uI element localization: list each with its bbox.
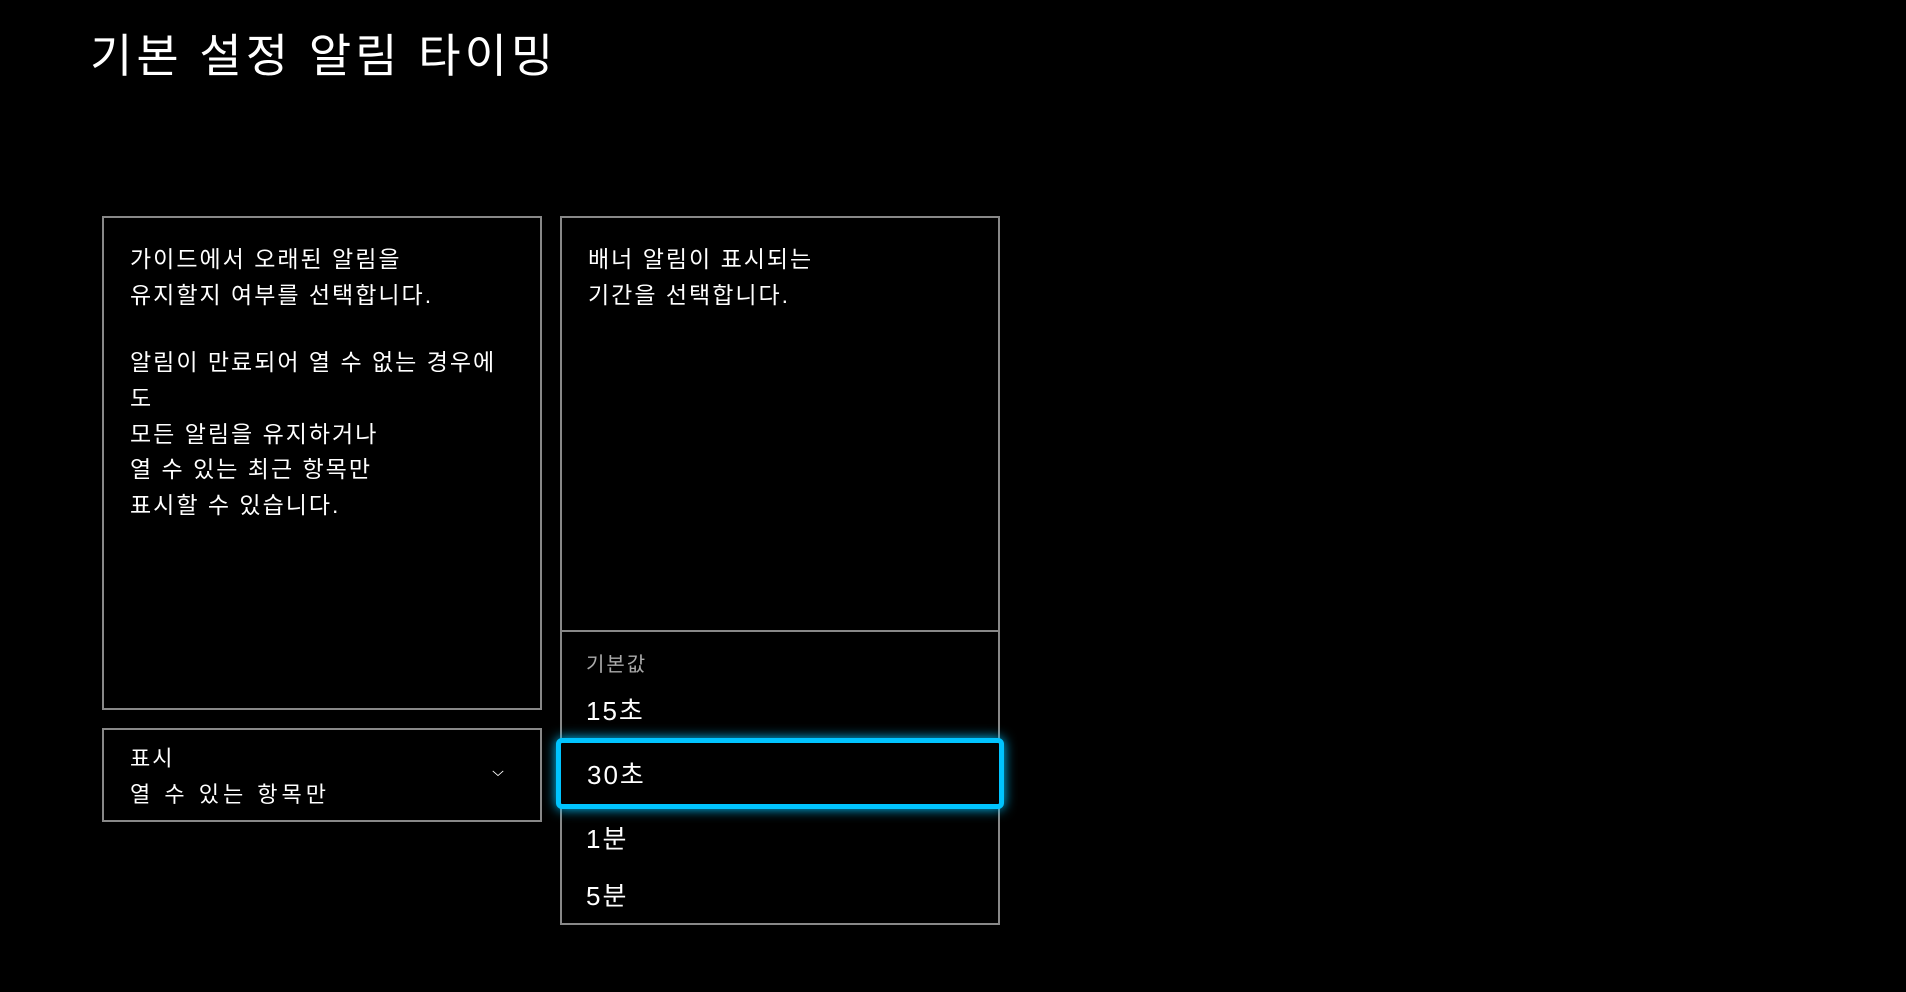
duration-option-5m[interactable]: 5분 [562, 866, 998, 923]
duration-option-30s[interactable]: 30초 [556, 738, 1004, 809]
page-title: 기본 설정 알림 타이밍 [0, 0, 1906, 86]
duration-option-15s[interactable]: 15초 [562, 681, 998, 738]
left-column: 가이드에서 오래된 알림을 유지할지 여부를 선택합니다. 알림이 만료되어 열… [102, 216, 542, 822]
right-desc-line-1: 배너 알림이 표시되는 [588, 242, 972, 278]
display-dropdown-label: 표시 [130, 741, 330, 773]
left-desc-line-5: 열 수 있는 최근 항목만 [130, 452, 514, 488]
left-description-box: 가이드에서 오래된 알림을 유지할지 여부를 선택합니다. 알림이 만료되어 열… [102, 216, 542, 710]
left-desc-line-3: 알림이 만료되어 열 수 없는 경우에도 [130, 345, 514, 416]
duration-dropdown-header: 기본값 [562, 632, 998, 681]
left-desc-line-6: 표시할 수 있습니다. [130, 488, 514, 524]
display-dropdown-value: 열 수 있는 항목만 [130, 777, 330, 809]
settings-content: 가이드에서 오래된 알림을 유지할지 여부를 선택합니다. 알림이 만료되어 열… [0, 86, 1906, 822]
duration-dropdown-open[interactable]: 기본값 15초 30초 1분 5분 [560, 630, 1000, 925]
duration-option-1m[interactable]: 1분 [562, 809, 998, 866]
left-desc-line-2: 유지할지 여부를 선택합니다. [130, 278, 514, 314]
chevron-down-icon [486, 763, 510, 787]
right-desc-line-2: 기간을 선택합니다. [588, 278, 972, 314]
left-desc-line-4: 모든 알림을 유지하거나 [130, 417, 514, 453]
display-dropdown[interactable]: 표시 열 수 있는 항목만 [102, 728, 542, 822]
right-column: 배너 알림이 표시되는 기간을 선택합니다. 기본값 15초 30초 1분 5분 [560, 216, 1000, 822]
left-desc-line-1: 가이드에서 오래된 알림을 [130, 242, 514, 278]
